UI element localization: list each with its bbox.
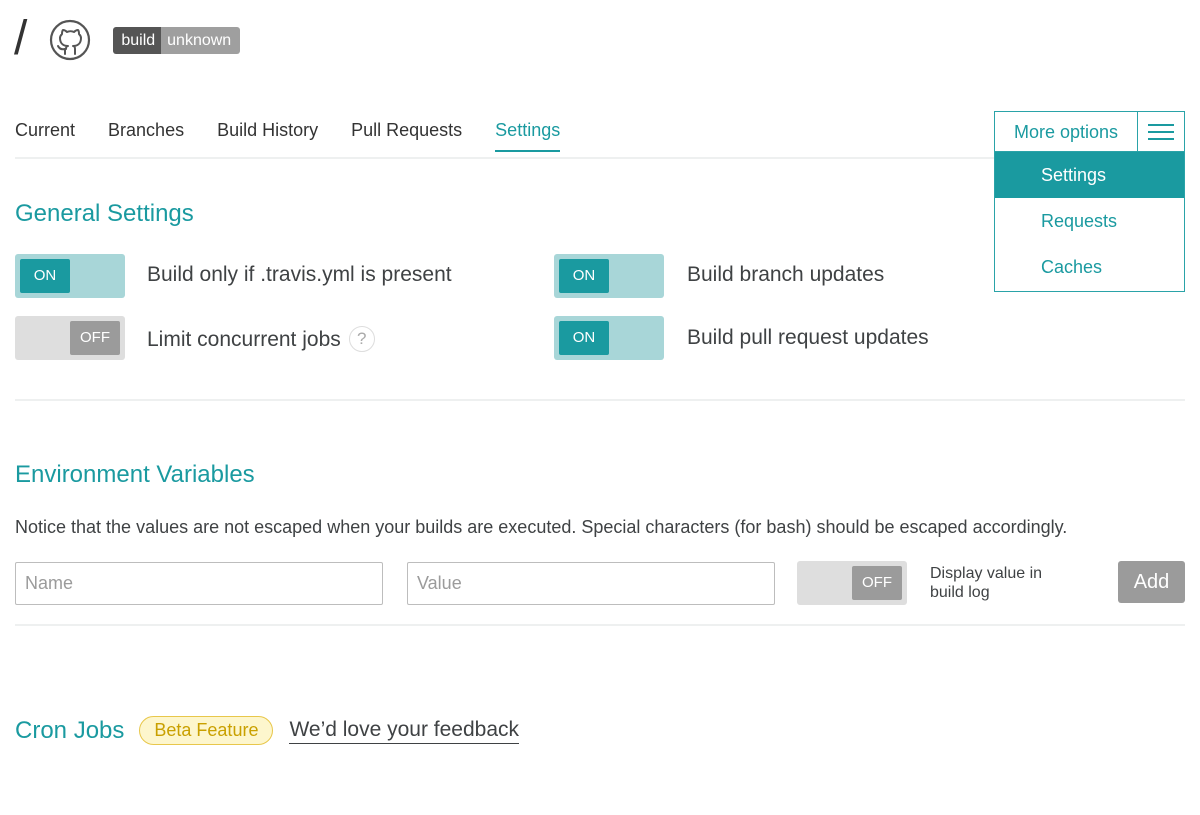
setting-label-build-pull-request-updates: Build pull request updates — [687, 326, 929, 349]
toggle-limit-concurrent-jobs[interactable]: OFF — [15, 316, 125, 360]
menu-item-caches[interactable]: Caches — [995, 244, 1184, 290]
repo-header: / build unknown — [14, 12, 241, 65]
toggle-state: ON — [20, 259, 70, 293]
cron-jobs-header: Cron Jobs Beta Feature We’d love your fe… — [15, 716, 520, 745]
more-options-button[interactable]: More options — [995, 112, 1138, 151]
feedback-link[interactable]: We’d love your feedback — [289, 718, 520, 744]
tab-build-history[interactable]: Build History — [217, 120, 318, 152]
env-name-input[interactable] — [15, 562, 383, 605]
env-value-input[interactable] — [407, 562, 775, 605]
toggle-state: OFF — [852, 566, 902, 600]
display-value-label: Display value in build log — [930, 565, 1043, 601]
toggle-state: ON — [559, 259, 609, 293]
repo-slash: / — [14, 12, 28, 65]
tab-current[interactable]: Current — [15, 120, 75, 152]
hamburger-icon[interactable] — [1138, 112, 1184, 151]
beta-feature-badge: Beta Feature — [139, 716, 274, 745]
toggle-build-pull-request-updates[interactable]: ON — [554, 316, 664, 360]
tab-branches[interactable]: Branches — [108, 120, 184, 152]
setting-limit-concurrent-jobs: Limit concurrent jobs? — [147, 326, 375, 352]
general-settings-title: General Settings — [15, 200, 194, 227]
setting-label-limit-concurrent-jobs: Limit concurrent jobs — [147, 328, 341, 351]
toggle-state: ON — [559, 321, 609, 355]
cron-jobs-title: Cron Jobs — [15, 716, 125, 744]
tab-pull-requests[interactable]: Pull Requests — [351, 120, 462, 152]
menu-item-settings[interactable]: Settings — [995, 152, 1184, 198]
badge-status: unknown — [161, 26, 241, 54]
section-divider — [15, 624, 1185, 626]
repo-tabs: Current Branches Build History Pull Requ… — [15, 120, 593, 152]
environment-variables-title: Environment Variables — [15, 461, 255, 488]
setting-label-build-only-travis-yml: Build only if .travis.yml is present — [147, 263, 452, 286]
more-options-header[interactable]: More options — [995, 112, 1184, 152]
badge-label: build — [113, 26, 162, 54]
toggle-build-only-travis-yml[interactable]: ON — [15, 254, 125, 298]
menu-item-requests[interactable]: Requests — [995, 198, 1184, 244]
add-env-button[interactable]: Add — [1118, 561, 1185, 603]
env-notice: Notice that the values are not escaped w… — [15, 517, 1068, 537]
tab-settings[interactable]: Settings — [495, 120, 561, 152]
toggle-display-value[interactable]: OFF — [797, 561, 907, 605]
section-divider — [15, 399, 1185, 401]
github-icon[interactable] — [49, 19, 91, 61]
more-options-menu: More options Settings Requests Caches — [994, 111, 1185, 292]
toggle-build-branch-updates[interactable]: ON — [554, 254, 664, 298]
toggle-state: OFF — [70, 321, 120, 355]
build-status-badge[interactable]: build unknown — [113, 26, 241, 54]
setting-label-build-branch-updates: Build branch updates — [687, 263, 885, 286]
help-icon[interactable]: ? — [348, 326, 375, 352]
